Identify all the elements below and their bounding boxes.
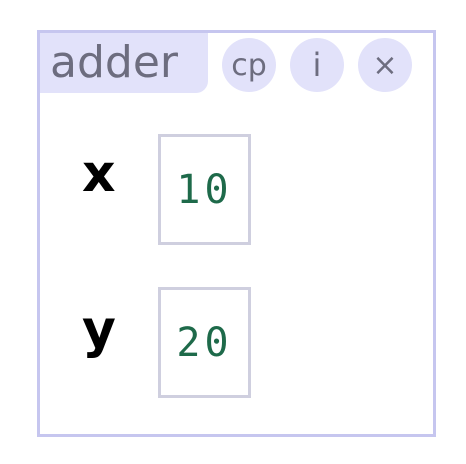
close-button[interactable]: × bbox=[358, 38, 412, 92]
field-input-y[interactable]: 20 bbox=[158, 287, 251, 398]
copy-button[interactable]: cp bbox=[222, 38, 276, 92]
adder-node-panel: adder cp i × x 10 y 20 bbox=[37, 30, 436, 437]
info-button[interactable]: i bbox=[290, 38, 344, 92]
field-label-y: y bbox=[82, 300, 116, 360]
node-title: adder bbox=[40, 33, 208, 93]
field-input-x[interactable]: 10 bbox=[158, 134, 251, 245]
field-label-x: x bbox=[82, 144, 116, 204]
